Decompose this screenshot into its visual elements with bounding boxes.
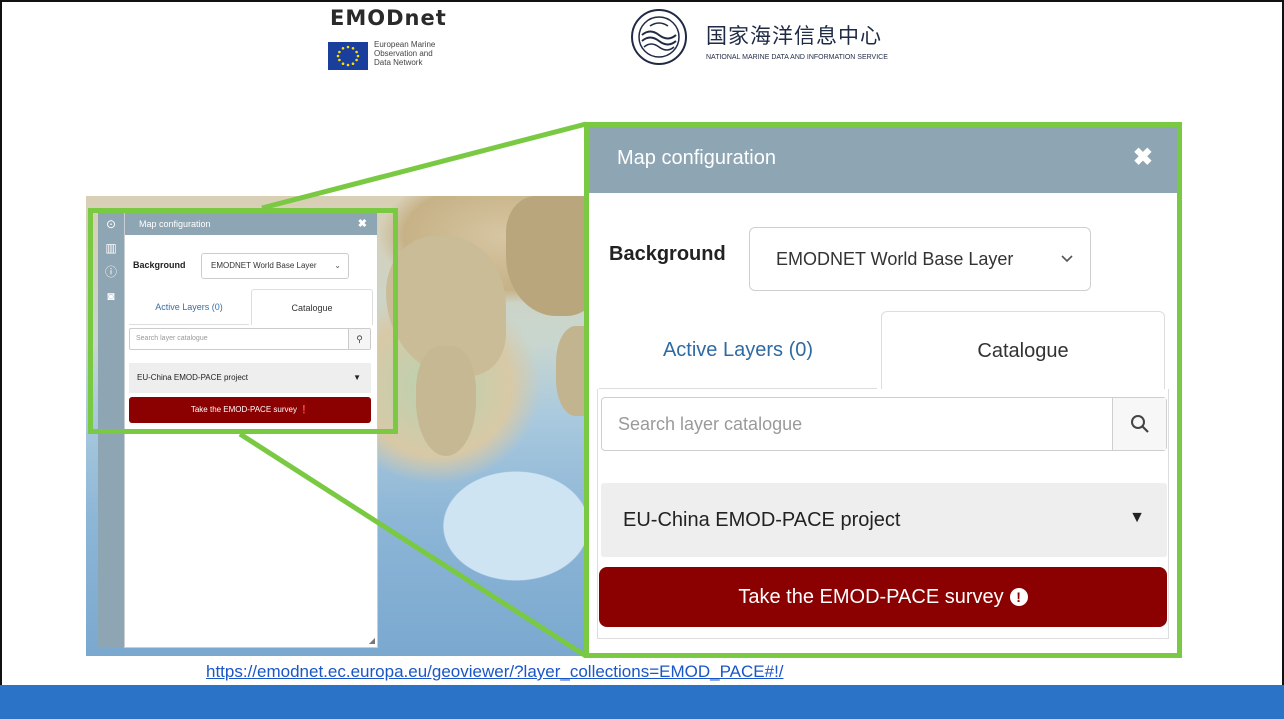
nmdis-logo: 国家海洋信息中心 NATIONAL MARINE DATA AND INFORM… [630,8,920,74]
close-icon[interactable]: ✖ [1133,143,1153,172]
panel-header: Map configuration ✖ [589,127,1177,193]
background-label: Background [609,243,726,265]
resize-handle-icon[interactable]: ◢ [369,636,375,645]
panel-title: Map configuration [617,147,776,169]
footer-bar [0,685,1284,719]
nmdis-chinese-name: 国家海洋信息中心 [706,24,882,48]
exclamation-icon: ! [1009,588,1028,606]
search-layer-field [601,397,1167,451]
zoom-source-highlight [88,208,398,434]
survey-button-label: Take the EMOD-PACE survey [738,586,1004,608]
search-input[interactable] [602,398,1112,450]
tab-active-layers[interactable]: Active Layers (0) [599,311,877,389]
map-configuration-panel-zoomed: Map configuration ✖ Background EMODNET W… [584,122,1182,658]
emodnet-logo: EMODnet European Marine Observation and … [328,6,458,78]
search-button[interactable] [1112,398,1166,450]
nmdis-english-name: NATIONAL MARINE DATA AND INFORMATION SER… [706,54,888,61]
background-select-value: EMODNET World Base Layer [776,249,1014,269]
search-icon [1131,415,1149,433]
survey-button[interactable]: Take the EMOD-PACE survey! [599,567,1167,627]
tab-catalogue[interactable]: Catalogue [881,311,1165,389]
geoviewer-url-link[interactable]: https://emodnet.ec.europa.eu/geoviewer/?… [206,662,784,682]
emodnet-wordmark: EMODnet [330,6,447,30]
project-dropdown[interactable]: EU-China EMOD-PACE project ▼ [601,483,1167,557]
map-landmass [416,346,476,456]
background-select[interactable]: EMODNET World Base Layer [749,227,1091,291]
chevron-down-icon [1060,228,1074,317]
caret-down-icon: ▼ [1129,509,1145,526]
nmdis-emblem-icon [630,8,688,66]
project-label: EU-China EMOD-PACE project [623,509,901,531]
eu-flag-icon [328,42,368,70]
emodnet-subtitle: European Marine Observation and Data Net… [374,40,436,67]
